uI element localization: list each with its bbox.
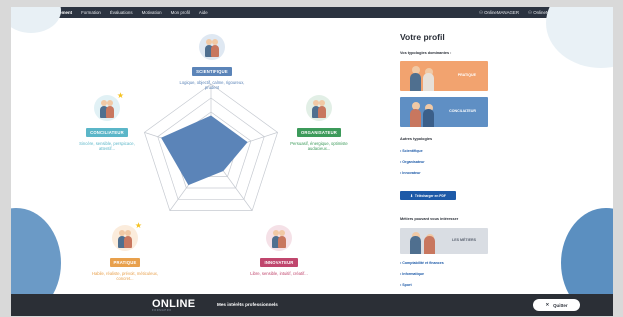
others-heading: Autres typologies [400, 137, 433, 141]
manager-link[interactable]: ⚇ OnlineMANAGER [479, 10, 519, 16]
radar-area: SCIENTIFIQUE Logique, objectif, calme, r… [11, 7, 371, 316]
profile-panel: Votre profil Vos typologies dominantes :… [386, 7, 613, 316]
dominant-card-pratique[interactable]: PRATIQUE [400, 61, 488, 91]
nav-aide[interactable]: Aide [199, 10, 208, 15]
conciliateur-avatar [94, 95, 120, 121]
job-sport-link[interactable]: • Sport [400, 283, 412, 287]
nav-mon-profil[interactable]: Mon profil [171, 10, 190, 15]
dominant-card-label: PRATIQUE [457, 73, 476, 77]
jobs-heading: Métiers pouvant vous intéresser [400, 217, 459, 221]
organisateur-avatar [306, 95, 332, 121]
download-pdf-button[interactable]: ⬇ Télécharger en PDF [400, 191, 456, 200]
app-window: Accueil Positionnement Formation Évaluat… [11, 7, 613, 316]
bottom-bar: ONLINE FORMAPRO Mes intérêts professionn… [11, 294, 613, 316]
job-info-link[interactable]: • Informatique [400, 272, 424, 276]
jobs-card[interactable]: LES MÉTIERS [400, 228, 488, 254]
node-scientifique[interactable]: SCIENTIFIQUE Logique, objectif, calme, r… [177, 34, 247, 90]
nav-motivation[interactable]: Motivation [142, 10, 162, 15]
decor-blob [546, 7, 613, 68]
top-nav: Accueil Positionnement Formation Évaluat… [11, 7, 613, 18]
organisateur-desc: Persuasif, énergique, optimiste audacieu… [290, 141, 348, 151]
download-icon: ⬇ [410, 193, 413, 198]
radar-score-shape [161, 115, 248, 186]
nav-evaluations[interactable]: Évaluations [110, 10, 133, 15]
organisateur-badge: ORGANISATEUR [296, 128, 342, 137]
innovateur-badge: INNOVATEUR [260, 258, 298, 267]
logo-subtitle: FORMAPRO [152, 309, 172, 312]
job-compta-link[interactable]: • Comptabilité et finances [400, 261, 444, 265]
close-icon: ✕ [545, 302, 550, 307]
other-organisateur-link[interactable]: • Organisateur [400, 160, 425, 164]
pratique-badge: PRATIQUE [109, 258, 141, 267]
dominant-card-label: CONCILIATEUR [449, 109, 476, 113]
dominant-card-conciliateur[interactable]: CONCILIATEUR [400, 97, 488, 127]
nav-formation[interactable]: Formation [81, 10, 101, 15]
dominant-heading: Vos typologies dominantes : [400, 51, 452, 55]
conciliateur-badge: CONCILIATEUR [86, 128, 128, 137]
scientifique-avatar [199, 34, 225, 60]
innovateur-avatar [266, 225, 292, 251]
node-pratique[interactable]: ★ PRATIQUE Habile, réaliste, prévoit, mé… [90, 221, 160, 281]
jobs-card-label: LES MÉTIERS [452, 238, 476, 242]
scientifique-desc: Logique, objectif, calme, rigoureux, pru… [179, 80, 245, 90]
innovateur-desc: Libre, sensible, intuitif, créatif... [250, 271, 308, 276]
other-innovateur-link[interactable]: • Innovateur [400, 171, 421, 175]
star-icon: ★ [134, 221, 142, 230]
section-title: Mes intérêts professionnels [217, 302, 278, 307]
other-scientifique-link[interactable]: • Scientifique [400, 149, 423, 153]
pratique-desc: Habile, réaliste, prévoit, méticuleux, c… [91, 271, 159, 281]
pratique-avatar [112, 225, 138, 251]
node-innovateur[interactable]: INNOVATEUR Libre, sensible, intuitif, cr… [244, 225, 314, 276]
quit-button[interactable]: ✕ Quitter [533, 299, 580, 311]
scientifique-badge: SCIENTIFIQUE [192, 67, 232, 76]
star-icon: ★ [116, 91, 124, 100]
conciliateur-desc: Sincère, sensible, perspicace, attentif.… [79, 141, 135, 151]
profile-title: Votre profil [400, 32, 445, 42]
node-organisateur[interactable]: ORGANISATEUR Persuasif, énergique, optim… [284, 95, 354, 151]
node-conciliateur[interactable]: ★ CONCILIATEUR Sincère, sensible, perspi… [72, 91, 142, 151]
